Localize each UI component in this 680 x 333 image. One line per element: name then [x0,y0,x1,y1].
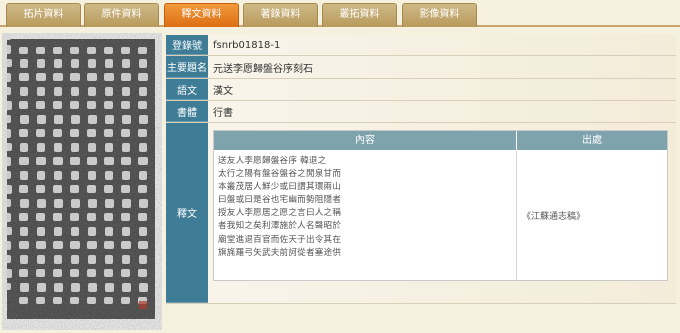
transcription-line: 送友人李愿歸盤谷序 韓退之 [218,156,327,166]
tab-image-data[interactable]: 影像資料 [402,3,477,27]
record-info-table: 登錄號 fsnrb01818-1 主要題名 元送李愿歸盤谷序刻石 語文 漢文 書… [166,35,676,304]
script-style-value: 行書 [208,101,676,122]
tab-original-data[interactable]: 原件資料 [84,3,159,27]
row-transcription: 釋文 內容 出處 送友人李愿歸盤谷序 韓退之 太行之陽有盤谷盤谷之閒泉甘而 本叢… [166,123,676,304]
transcription-content: 送友人李愿歸盤谷序 韓退之 太行之陽有盤谷盤谷之閒泉甘而 本叢茂居人鮮少或曰謂其… [214,150,517,280]
transcription-line: 授友人李愿居之愿之言曰人之稱 [218,208,342,219]
main-title-value: 元送李愿歸盤谷序刻石 [208,56,676,78]
transcription-line: 旗旄羅弓矢武夫前訶從者塞途供 [218,247,342,258]
transcription-line: 者我知之矣利澤施於人名聲昭於 [218,221,342,232]
transcription-value: 內容 出處 送友人李愿歸盤谷序 韓退之 太行之陽有盤谷盤谷之閒泉甘而 本叢茂居人… [208,123,676,303]
script-style-label: 書體 [166,101,208,122]
transcription-line: 廟堂進退百官而佐天子出令其在 [218,234,342,245]
tab-rubbing-data[interactable]: 拓片資料 [6,3,81,27]
row-script-style: 書體 行書 [166,101,676,123]
row-language: 語文 漢文 [166,79,676,101]
tab-bar: 拓片資料 原件資料 釋文資料 著錄資料 叢拓資料 影像資料 [0,0,680,27]
language-label: 語文 [166,79,208,100]
transcription-line: 太行之陽有盤谷盤谷之閒泉甘而 [218,169,342,180]
transcription-table: 內容 出處 送友人李愿歸盤谷序 韓退之 太行之陽有盤谷盤谷之閒泉甘而 本叢茂居人… [213,130,668,281]
source-column-header: 出處 [517,131,667,150]
row-main-title: 主要題名 元送李愿歸盤谷序刻石 [166,56,676,79]
transcription-line: 曰盤或曰是谷也宅幽而勢阻隱者 [218,195,342,206]
transcription-table-body: 送友人李愿歸盤谷序 韓退之 太行之陽有盤谷盤谷之閒泉甘而 本叢茂居人鮮少或曰謂其… [214,150,667,280]
transcription-table-header: 內容 出處 [214,131,667,150]
registration-number-value: fsnrb01818-1 [208,35,676,55]
content-column-header: 內容 [214,131,517,150]
transcription-line: 本叢茂居人鮮少或曰謂其環兩山 [218,182,342,193]
row-registration-number: 登錄號 fsnrb01818-1 [166,35,676,56]
tab-bibliography-data[interactable]: 著錄資料 [243,3,318,27]
main-title-label: 主要題名 [166,56,208,78]
language-value: 漢文 [208,79,676,100]
registration-number-label: 登錄號 [166,35,208,55]
tab-transcription-data[interactable]: 釋文資料 [164,3,239,27]
transcription-source: 《江蘇通志稿》 [522,211,586,222]
rubbing-image[interactable] [2,33,162,330]
transcription-label: 釋文 [166,123,208,303]
tab-collection-data[interactable]: 叢拓資料 [322,3,397,27]
